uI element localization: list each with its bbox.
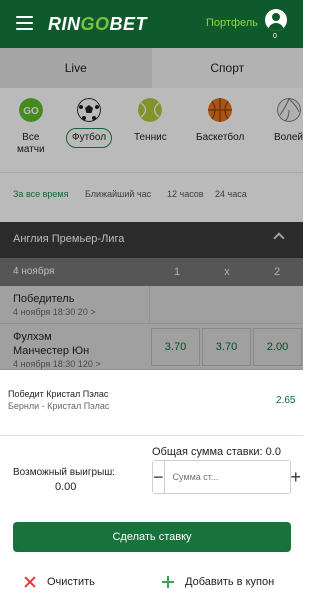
- minus-button[interactable]: −: [153, 461, 164, 493]
- close-icon: [24, 576, 36, 588]
- user-icon[interactable]: [265, 9, 287, 31]
- plus-icon: [162, 576, 174, 588]
- portfolio-link[interactable]: Портфель: [206, 17, 258, 29]
- place-bet-button[interactable]: Сделать ставку: [13, 522, 291, 552]
- modal-backdrop[interactable]: [0, 48, 303, 370]
- total-stake-label: Общая сумма ставки: 0.0: [152, 446, 281, 458]
- bet-outcome: Победит Кристал Пэлас: [8, 389, 109, 399]
- bet-match: Бернли - Кристал Пэлас: [8, 401, 110, 411]
- logo[interactable]: RINGOBET: [48, 14, 147, 35]
- bet-slip: Победит Кристал Пэлас Бернли - Кристал П…: [0, 370, 303, 603]
- clear-label: Очистить: [47, 576, 95, 588]
- logo-suffix: BET: [109, 14, 148, 34]
- logo-prefix: RIN: [48, 14, 81, 34]
- possible-win-label: Возможный выигрыш:: [13, 467, 116, 478]
- stake-input[interactable]: [163, 461, 291, 493]
- possible-win-value: 0.00: [55, 481, 77, 493]
- add-to-coupon-button[interactable]: Добавить в купон: [162, 576, 274, 588]
- bet-item: Победит Кристал Пэлас Бернли - Кристал П…: [0, 370, 303, 436]
- top-bar: RINGOBET Портфель 0: [0, 0, 303, 48]
- add-to-coupon-label: Добавить в купон: [185, 576, 275, 588]
- portfolio-count: 0: [273, 33, 277, 40]
- stake-stepper: − +: [152, 460, 302, 494]
- menu-icon[interactable]: [16, 16, 33, 30]
- clear-button[interactable]: Очистить: [24, 576, 95, 588]
- plus-button[interactable]: +: [290, 461, 302, 493]
- logo-go: GO: [80, 14, 110, 34]
- app-root: RINGOBET Портфель 0 Live Спорт GO Все ма…: [0, 0, 303, 603]
- bet-odd: 2.65: [276, 395, 296, 406]
